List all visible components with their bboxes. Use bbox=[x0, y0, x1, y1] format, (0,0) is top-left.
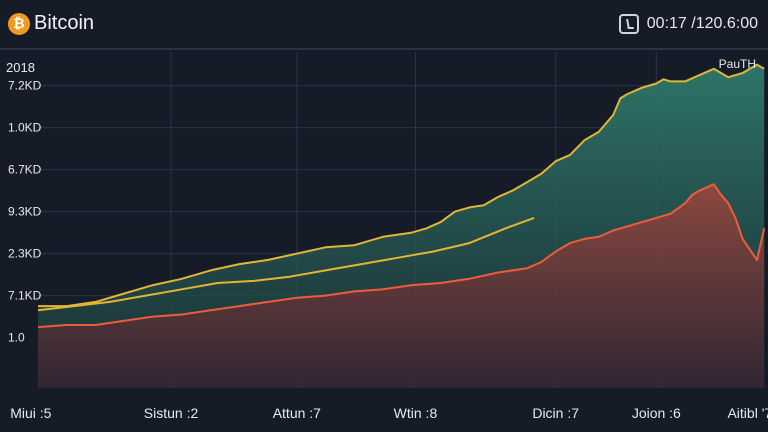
x-tick-label: Joion :6 bbox=[632, 405, 681, 421]
y-tick-label: 1.0KD bbox=[8, 121, 42, 135]
y-axis: 7.2KD 1.0KD 6.7KD 9.3KD 2.3KD 7.1KD 1.0 bbox=[8, 79, 42, 345]
price-chart: 7.2KD 1.0KD 6.7KD 9.3KD 2.3KD 7.1KD 1.0 Miui :… bbox=[8, 52, 768, 421]
x-tick-label: Attun :7 bbox=[273, 405, 321, 421]
x-tick-label: Sistun :2 bbox=[144, 405, 199, 421]
x-axis: Miui :5 Sistun :2 Attun :7 Wtin :8 Dicin :7 J… bbox=[10, 405, 768, 421]
legend-label: PauTH bbox=[718, 57, 756, 71]
year-label: 2018 bbox=[6, 60, 35, 75]
y-tick-label: 7.1KD bbox=[8, 289, 42, 303]
areas bbox=[38, 64, 765, 388]
x-tick-label: Dicin :7 bbox=[532, 405, 579, 421]
y-tick-label: 6.7KD bbox=[8, 163, 42, 177]
y-tick-label: 7.2KD bbox=[8, 79, 42, 93]
y-tick-label: 1.0 bbox=[8, 331, 25, 345]
y-tick-label: 9.3KD bbox=[8, 205, 42, 219]
x-tick-label: Aitibl '7 bbox=[727, 405, 768, 421]
x-tick-label: Wtin :8 bbox=[394, 405, 438, 421]
y-tick-label: 2.3KD bbox=[8, 247, 42, 261]
x-tick-label: Miui :5 bbox=[10, 405, 51, 421]
